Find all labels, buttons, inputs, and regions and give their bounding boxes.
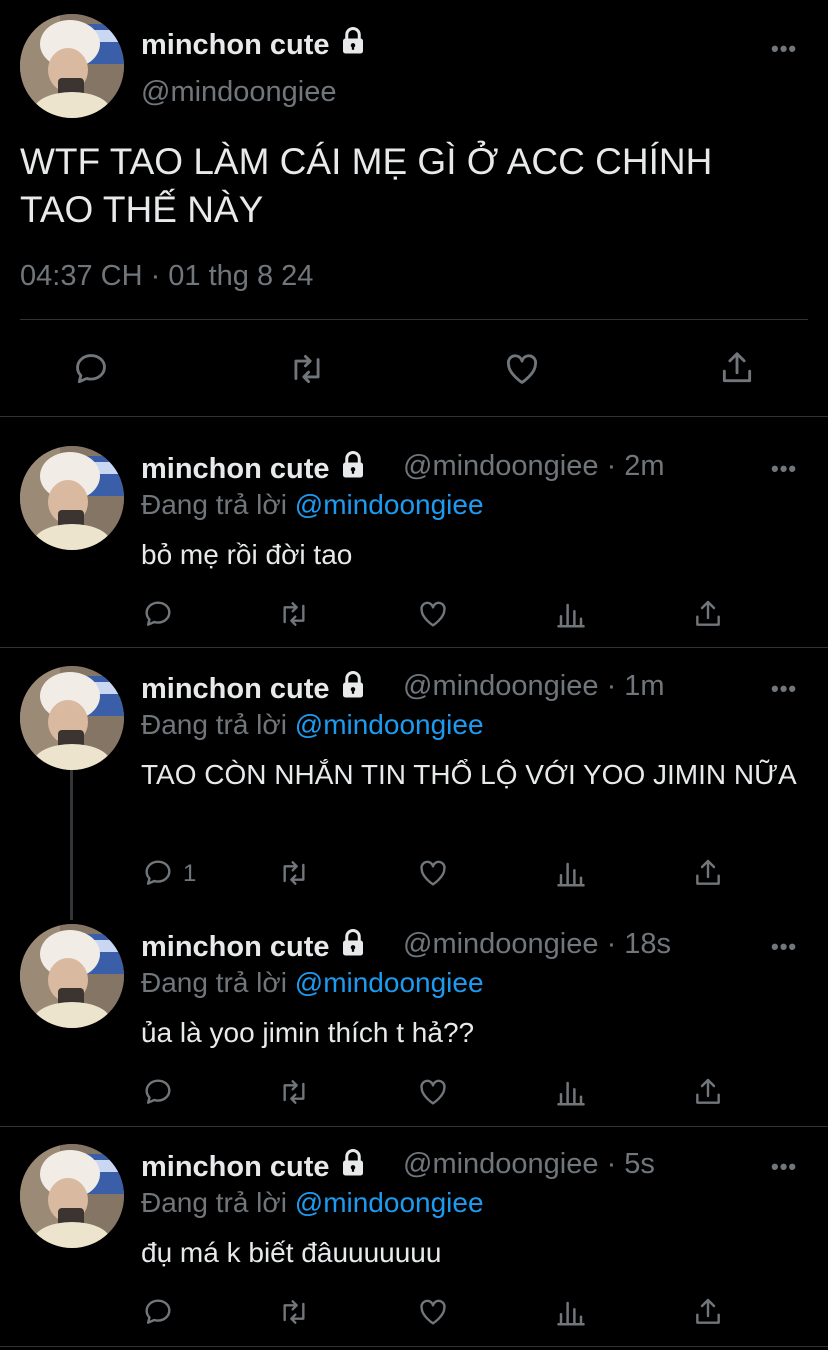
reply-icon[interactable] xyxy=(72,350,110,388)
tweet-text-line: WTF TAO LÀM CÁI MẸ GÌ Ở ACC CHÍNH xyxy=(20,141,713,182)
more-options-icon[interactable]: ••• xyxy=(771,1154,797,1180)
mention-link[interactable]: @mindoongiee xyxy=(295,1187,484,1218)
avatar[interactable] xyxy=(20,666,124,770)
replying-label: Đang trả lời xyxy=(141,1187,287,1218)
thread-connector xyxy=(70,770,73,920)
retweet-icon[interactable] xyxy=(276,1296,312,1328)
more-options-icon[interactable]: ••• xyxy=(771,676,797,702)
divider xyxy=(20,319,808,320)
divider xyxy=(0,647,828,648)
retweet-icon[interactable] xyxy=(276,857,312,889)
reply-text: ủa là yoo jimin thích t hả?? xyxy=(141,1017,475,1048)
handle-time[interactable]: @mindoongiee · 18s xyxy=(403,928,671,961)
reply-icon[interactable] xyxy=(142,1076,174,1108)
replying-to: Đang trả lời @mindoongiee xyxy=(141,1187,484,1219)
handle-time[interactable]: @mindoongiee · 5s xyxy=(403,1148,655,1181)
mention-link[interactable]: @mindoongiee xyxy=(295,709,484,740)
reply-text: TAO CÒN NHẮN TIN THỔ LỘ VỚI YOO JIMIN NỮ… xyxy=(141,759,797,790)
lock-icon xyxy=(338,1148,368,1186)
share-icon[interactable] xyxy=(692,1075,724,1109)
like-icon[interactable] xyxy=(416,1076,450,1108)
lock-icon xyxy=(338,26,368,64)
display-name[interactable]: minchon cute xyxy=(141,673,330,705)
like-icon[interactable] xyxy=(502,350,542,388)
avatar[interactable] xyxy=(20,1144,124,1248)
replying-to: Đang trả lời @mindoongiee xyxy=(141,709,484,741)
more-options-icon[interactable]: ••• xyxy=(771,456,797,482)
reply-text: bỏ mẹ rồi đời tao xyxy=(141,539,353,570)
display-name[interactable]: minchon cute xyxy=(141,1151,330,1183)
user-handle[interactable]: @mindoongiee xyxy=(141,76,337,109)
replying-label: Đang trả lời xyxy=(141,709,287,740)
replying-label: Đang trả lời xyxy=(141,489,287,520)
share-icon[interactable] xyxy=(692,597,724,631)
avatar[interactable] xyxy=(20,446,124,550)
display-name[interactable]: minchon cute xyxy=(141,29,330,61)
reply-icon[interactable] xyxy=(142,598,174,630)
mention-link[interactable]: @mindoongiee xyxy=(295,489,484,520)
share-icon[interactable] xyxy=(718,348,756,388)
display-name[interactable]: minchon cute xyxy=(141,453,330,485)
retweet-icon[interactable] xyxy=(276,598,312,630)
analytics-icon[interactable] xyxy=(556,1298,586,1328)
divider xyxy=(0,416,828,417)
handle-time[interactable]: @mindoongiee · 1m xyxy=(403,670,665,703)
retweet-icon[interactable] xyxy=(276,1076,312,1108)
divider xyxy=(0,1126,828,1127)
analytics-icon[interactable] xyxy=(556,1078,586,1108)
reply-text: đụ má k biết đâuuuuuuu xyxy=(141,1237,442,1268)
handle-time[interactable]: @mindoongiee · 2m xyxy=(403,450,665,483)
lock-icon xyxy=(338,670,368,708)
share-icon[interactable] xyxy=(692,1295,724,1329)
replying-label: Đang trả lời xyxy=(141,967,287,998)
divider xyxy=(0,1346,828,1347)
replying-to: Đang trả lời @mindoongiee xyxy=(141,489,484,521)
lock-icon xyxy=(338,450,368,488)
lock-icon xyxy=(338,928,368,966)
more-options-icon[interactable]: ••• xyxy=(771,934,797,960)
reply-icon[interactable] xyxy=(142,857,174,889)
like-icon[interactable] xyxy=(416,857,450,889)
replying-to: Đang trả lời @mindoongiee xyxy=(141,967,484,999)
analytics-icon[interactable] xyxy=(556,600,586,630)
reply-icon[interactable] xyxy=(142,1296,174,1328)
like-icon[interactable] xyxy=(416,598,450,630)
mention-link[interactable]: @mindoongiee xyxy=(295,967,484,998)
retweet-icon[interactable] xyxy=(286,350,328,388)
more-options-icon[interactable]: ••• xyxy=(771,36,797,62)
share-icon[interactable] xyxy=(692,856,724,890)
like-icon[interactable] xyxy=(416,1296,450,1328)
analytics-icon[interactable] xyxy=(556,859,586,889)
tweet-timestamp[interactable]: 04:37 CH · 01 thg 8 24 xyxy=(20,260,313,293)
display-name[interactable]: minchon cute xyxy=(141,931,330,963)
reply-count: 1 xyxy=(183,860,197,887)
tweet-text: WTF TAO LÀM CÁI MẸ GÌ Ở ACC CHÍNH TAO TH… xyxy=(20,138,810,234)
avatar[interactable] xyxy=(20,14,124,118)
avatar[interactable] xyxy=(20,924,124,1028)
tweet-text-line: TAO THẾ NÀY xyxy=(20,189,264,230)
